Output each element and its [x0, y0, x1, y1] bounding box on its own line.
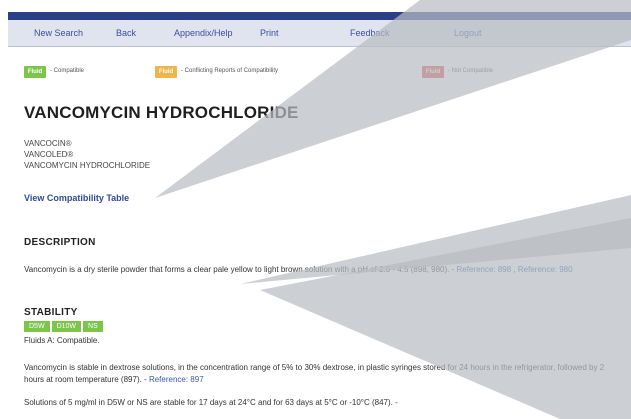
- trade-name: VANCOMYCIN HYDROCHLORIDE: [24, 161, 151, 170]
- reference-link-980[interactable]: Reference: 980: [518, 265, 573, 274]
- stability-para1-body: Vancomycin is stable in dextrose solutio…: [24, 363, 605, 384]
- stability-paragraph-1: Vancomycin is stable in dextrose solutio…: [24, 362, 624, 386]
- callout-wedge-bottom: [260, 218, 631, 419]
- fluid-badge-d10w[interactable]: D10W: [51, 321, 82, 332]
- legend-compatible-badge: Fluid: [24, 66, 46, 78]
- stability-fluid-badges: D5W D10W NS: [24, 321, 103, 332]
- nav-bar: New Search Back Appendix/Help Print Feed…: [8, 20, 631, 47]
- view-compatibility-table-link[interactable]: View Compatibility Table: [24, 193, 129, 203]
- nav-new-search[interactable]: New Search: [34, 28, 83, 38]
- nav-appendix-help[interactable]: Appendix/Help: [174, 28, 233, 38]
- legend-conflicting-label: - Conflicting Reports of Compatibility: [181, 68, 279, 74]
- description-text: Vancomycin is a dry sterile powder that …: [24, 264, 624, 276]
- trade-name: VANCOCIN®: [24, 139, 72, 148]
- fluid-badge-ns[interactable]: NS: [83, 321, 103, 332]
- nav-feedback[interactable]: Feedback: [350, 28, 390, 38]
- header-bar: [8, 12, 631, 20]
- stability-paragraph-2: Solutions of 5 mg/ml in D5W or NS are st…: [24, 398, 398, 407]
- reference-separator: ,: [511, 265, 518, 274]
- legend-conflicting-badge: Fluid: [155, 66, 177, 78]
- drug-trade-names: VANCOCIN® VANCOLED® VANCOMYCIN HYDROCHLO…: [24, 138, 150, 171]
- legend-not-compatible-label: - Not Compatible: [448, 68, 494, 74]
- reference-link-897[interactable]: Reference: 897: [149, 375, 204, 384]
- nav-print[interactable]: Print: [260, 28, 279, 38]
- stability-heading: STABILITY: [24, 307, 78, 318]
- callout-overlay: [155, 0, 631, 419]
- fluids-compatibility-note: Fluids A: Compatible.: [24, 336, 100, 345]
- description-heading: DESCRIPTION: [24, 237, 96, 248]
- legend-compatible-label: - Compatible: [50, 68, 85, 74]
- description-body: Vancomycin is a dry sterile powder that …: [24, 265, 457, 274]
- drug-title: VANCOMYCIN HYDROCHLORIDE: [24, 103, 299, 122]
- fluid-badge-d5w[interactable]: D5W: [24, 321, 50, 332]
- nav-back[interactable]: Back: [116, 28, 136, 38]
- trade-name: VANCOLED®: [24, 150, 74, 159]
- reference-link-898[interactable]: Reference: 898: [457, 265, 512, 274]
- legend-not-compatible-badge: Fluid: [422, 66, 444, 78]
- compatibility-legend: Fluid - Compatible Fluid - Conflicting R…: [24, 66, 624, 80]
- nav-logout[interactable]: Logout: [454, 28, 482, 38]
